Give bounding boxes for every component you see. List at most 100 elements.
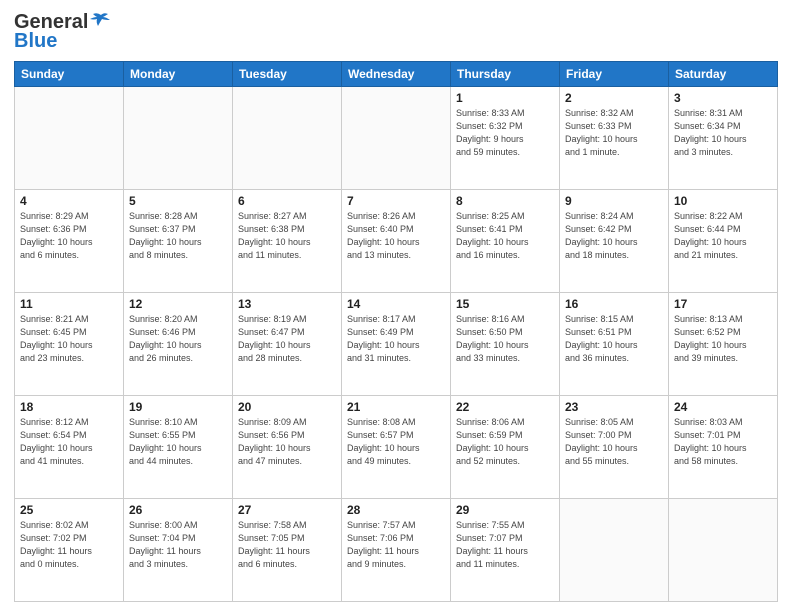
day-number: 26 xyxy=(129,503,227,517)
day-info: Sunrise: 8:28 AM Sunset: 6:37 PM Dayligh… xyxy=(129,210,227,262)
day-info: Sunrise: 8:25 AM Sunset: 6:41 PM Dayligh… xyxy=(456,210,554,262)
day-info: Sunrise: 8:20 AM Sunset: 6:46 PM Dayligh… xyxy=(129,313,227,365)
day-number: 14 xyxy=(347,297,445,311)
weekday-header-sunday: Sunday xyxy=(15,62,124,87)
day-number: 27 xyxy=(238,503,336,517)
day-info: Sunrise: 8:05 AM Sunset: 7:00 PM Dayligh… xyxy=(565,416,663,468)
day-info: Sunrise: 8:00 AM Sunset: 7:04 PM Dayligh… xyxy=(129,519,227,571)
calendar-cell: 12 Sunrise: 8:20 AM Sunset: 6:46 PM Dayli… xyxy=(124,293,233,396)
calendar-cell: 20 Sunrise: 8:09 AM Sunset: 6:56 PM Dayli… xyxy=(233,396,342,499)
day-number: 20 xyxy=(238,400,336,414)
day-number: 19 xyxy=(129,400,227,414)
day-info: Sunrise: 8:16 AM Sunset: 6:50 PM Dayligh… xyxy=(456,313,554,365)
calendar-cell xyxy=(233,87,342,190)
day-info: Sunrise: 8:03 AM Sunset: 7:01 PM Dayligh… xyxy=(674,416,772,468)
day-info: Sunrise: 8:06 AM Sunset: 6:59 PM Dayligh… xyxy=(456,416,554,468)
weekday-header-wednesday: Wednesday xyxy=(342,62,451,87)
day-info: Sunrise: 8:22 AM Sunset: 6:44 PM Dayligh… xyxy=(674,210,772,262)
day-info: Sunrise: 8:15 AM Sunset: 6:51 PM Dayligh… xyxy=(565,313,663,365)
day-number: 11 xyxy=(20,297,118,311)
day-number: 7 xyxy=(347,194,445,208)
day-info: Sunrise: 8:26 AM Sunset: 6:40 PM Dayligh… xyxy=(347,210,445,262)
day-info: Sunrise: 8:31 AM Sunset: 6:34 PM Dayligh… xyxy=(674,107,772,159)
calendar-cell: 8Sunrise: 8:25 AM Sunset: 6:41 PM Daylig… xyxy=(451,190,560,293)
calendar-cell: 7 Sunrise: 8:26 AM Sunset: 6:40 PM Daylig… xyxy=(342,190,451,293)
day-info: Sunrise: 8:33 AM Sunset: 6:32 PM Dayligh… xyxy=(456,107,554,159)
calendar-week-1: 1Sunrise: 8:33 AM Sunset: 6:32 PM Daylig… xyxy=(15,87,778,190)
weekday-header-friday: Friday xyxy=(560,62,669,87)
calendar-cell: 14 Sunrise: 8:17 AM Sunset: 6:49 PM Dayli… xyxy=(342,293,451,396)
day-info: Sunrise: 8:13 AM Sunset: 6:52 PM Dayligh… xyxy=(674,313,772,365)
calendar-cell: 19 Sunrise: 8:10 AM Sunset: 6:55 PM Dayli… xyxy=(124,396,233,499)
calendar-header-row: SundayMondayTuesdayWednesdayThursdayFrid… xyxy=(15,62,778,87)
calendar-cell: 21Sunrise: 8:08 AM Sunset: 6:57 PM Dayli… xyxy=(342,396,451,499)
calendar-cell xyxy=(560,499,669,602)
calendar-cell xyxy=(669,499,778,602)
day-number: 13 xyxy=(238,297,336,311)
calendar-cell: 2 Sunrise: 8:32 AM Sunset: 6:33 PM Daylig… xyxy=(560,87,669,190)
calendar-cell: 3 Sunrise: 8:31 AM Sunset: 6:34 PM Daylig… xyxy=(669,87,778,190)
day-info: Sunrise: 8:02 AM Sunset: 7:02 PM Dayligh… xyxy=(20,519,118,571)
day-number: 4 xyxy=(20,194,118,208)
calendar-cell: 10 Sunrise: 8:22 AM Sunset: 6:44 PM Dayli… xyxy=(669,190,778,293)
day-info: Sunrise: 8:24 AM Sunset: 6:42 PM Dayligh… xyxy=(565,210,663,262)
day-info: Sunrise: 8:12 AM Sunset: 6:54 PM Dayligh… xyxy=(20,416,118,468)
calendar-cell: 6Sunrise: 8:27 AM Sunset: 6:38 PM Daylig… xyxy=(233,190,342,293)
weekday-header-tuesday: Tuesday xyxy=(233,62,342,87)
day-number: 25 xyxy=(20,503,118,517)
day-info: Sunrise: 7:55 AM Sunset: 7:07 PM Dayligh… xyxy=(456,519,554,571)
logo: General Blue xyxy=(14,12,112,53)
calendar-cell: 29 Sunrise: 7:55 AM Sunset: 7:07 PM Dayli… xyxy=(451,499,560,602)
calendar-cell xyxy=(342,87,451,190)
calendar-cell: 26 Sunrise: 8:00 AM Sunset: 7:04 PM Dayli… xyxy=(124,499,233,602)
day-number: 3 xyxy=(674,91,772,105)
calendar-cell: 15 Sunrise: 8:16 AM Sunset: 6:50 PM Dayli… xyxy=(451,293,560,396)
logo-bird-icon xyxy=(90,12,112,32)
calendar-cell: 24 Sunrise: 8:03 AM Sunset: 7:01 PM Dayli… xyxy=(669,396,778,499)
day-info: Sunrise: 8:09 AM Sunset: 6:56 PM Dayligh… xyxy=(238,416,336,468)
day-number: 6 xyxy=(238,194,336,208)
calendar-cell: 22 Sunrise: 8:06 AM Sunset: 6:59 PM Dayli… xyxy=(451,396,560,499)
day-info: Sunrise: 8:32 AM Sunset: 6:33 PM Dayligh… xyxy=(565,107,663,159)
day-number: 16 xyxy=(565,297,663,311)
weekday-header-monday: Monday xyxy=(124,62,233,87)
day-info: Sunrise: 8:29 AM Sunset: 6:36 PM Dayligh… xyxy=(20,210,118,262)
calendar-cell: 1Sunrise: 8:33 AM Sunset: 6:32 PM Daylig… xyxy=(451,87,560,190)
calendar-cell: 11 Sunrise: 8:21 AM Sunset: 6:45 PM Dayli… xyxy=(15,293,124,396)
day-number: 21 xyxy=(347,400,445,414)
calendar-cell xyxy=(15,87,124,190)
calendar-cell: 5Sunrise: 8:28 AM Sunset: 6:37 PM Daylig… xyxy=(124,190,233,293)
day-info: Sunrise: 8:21 AM Sunset: 6:45 PM Dayligh… xyxy=(20,313,118,365)
day-number: 9 xyxy=(565,194,663,208)
logo-blue: Blue xyxy=(14,30,57,53)
day-info: Sunrise: 7:58 AM Sunset: 7:05 PM Dayligh… xyxy=(238,519,336,571)
weekday-header-saturday: Saturday xyxy=(669,62,778,87)
day-number: 15 xyxy=(456,297,554,311)
day-number: 24 xyxy=(674,400,772,414)
calendar-cell: 27 Sunrise: 7:58 AM Sunset: 7:05 PM Dayli… xyxy=(233,499,342,602)
calendar-week-5: 25 Sunrise: 8:02 AM Sunset: 7:02 PM Dayli… xyxy=(15,499,778,602)
day-info: Sunrise: 7:57 AM Sunset: 7:06 PM Dayligh… xyxy=(347,519,445,571)
day-info: Sunrise: 8:19 AM Sunset: 6:47 PM Dayligh… xyxy=(238,313,336,365)
day-number: 18 xyxy=(20,400,118,414)
calendar-cell: 4 Sunrise: 8:29 AM Sunset: 6:36 PM Daylig… xyxy=(15,190,124,293)
day-number: 28 xyxy=(347,503,445,517)
day-info: Sunrise: 8:17 AM Sunset: 6:49 PM Dayligh… xyxy=(347,313,445,365)
day-number: 2 xyxy=(565,91,663,105)
calendar-week-2: 4 Sunrise: 8:29 AM Sunset: 6:36 PM Daylig… xyxy=(15,190,778,293)
page: General Blue SundayMondayTuesdayWednesda… xyxy=(0,0,792,612)
header: General Blue xyxy=(14,12,778,53)
day-number: 12 xyxy=(129,297,227,311)
day-info: Sunrise: 8:10 AM Sunset: 6:55 PM Dayligh… xyxy=(129,416,227,468)
calendar-cell: 16 Sunrise: 8:15 AM Sunset: 6:51 PM Dayli… xyxy=(560,293,669,396)
calendar-week-4: 18 Sunrise: 8:12 AM Sunset: 6:54 PM Dayli… xyxy=(15,396,778,499)
day-number: 17 xyxy=(674,297,772,311)
calendar-cell: 28 Sunrise: 7:57 AM Sunset: 7:06 PM Dayli… xyxy=(342,499,451,602)
weekday-header-thursday: Thursday xyxy=(451,62,560,87)
day-number: 10 xyxy=(674,194,772,208)
calendar-cell: 18 Sunrise: 8:12 AM Sunset: 6:54 PM Dayli… xyxy=(15,396,124,499)
day-number: 22 xyxy=(456,400,554,414)
calendar-table: SundayMondayTuesdayWednesdayThursdayFrid… xyxy=(14,61,778,602)
calendar-cell xyxy=(124,87,233,190)
day-number: 29 xyxy=(456,503,554,517)
